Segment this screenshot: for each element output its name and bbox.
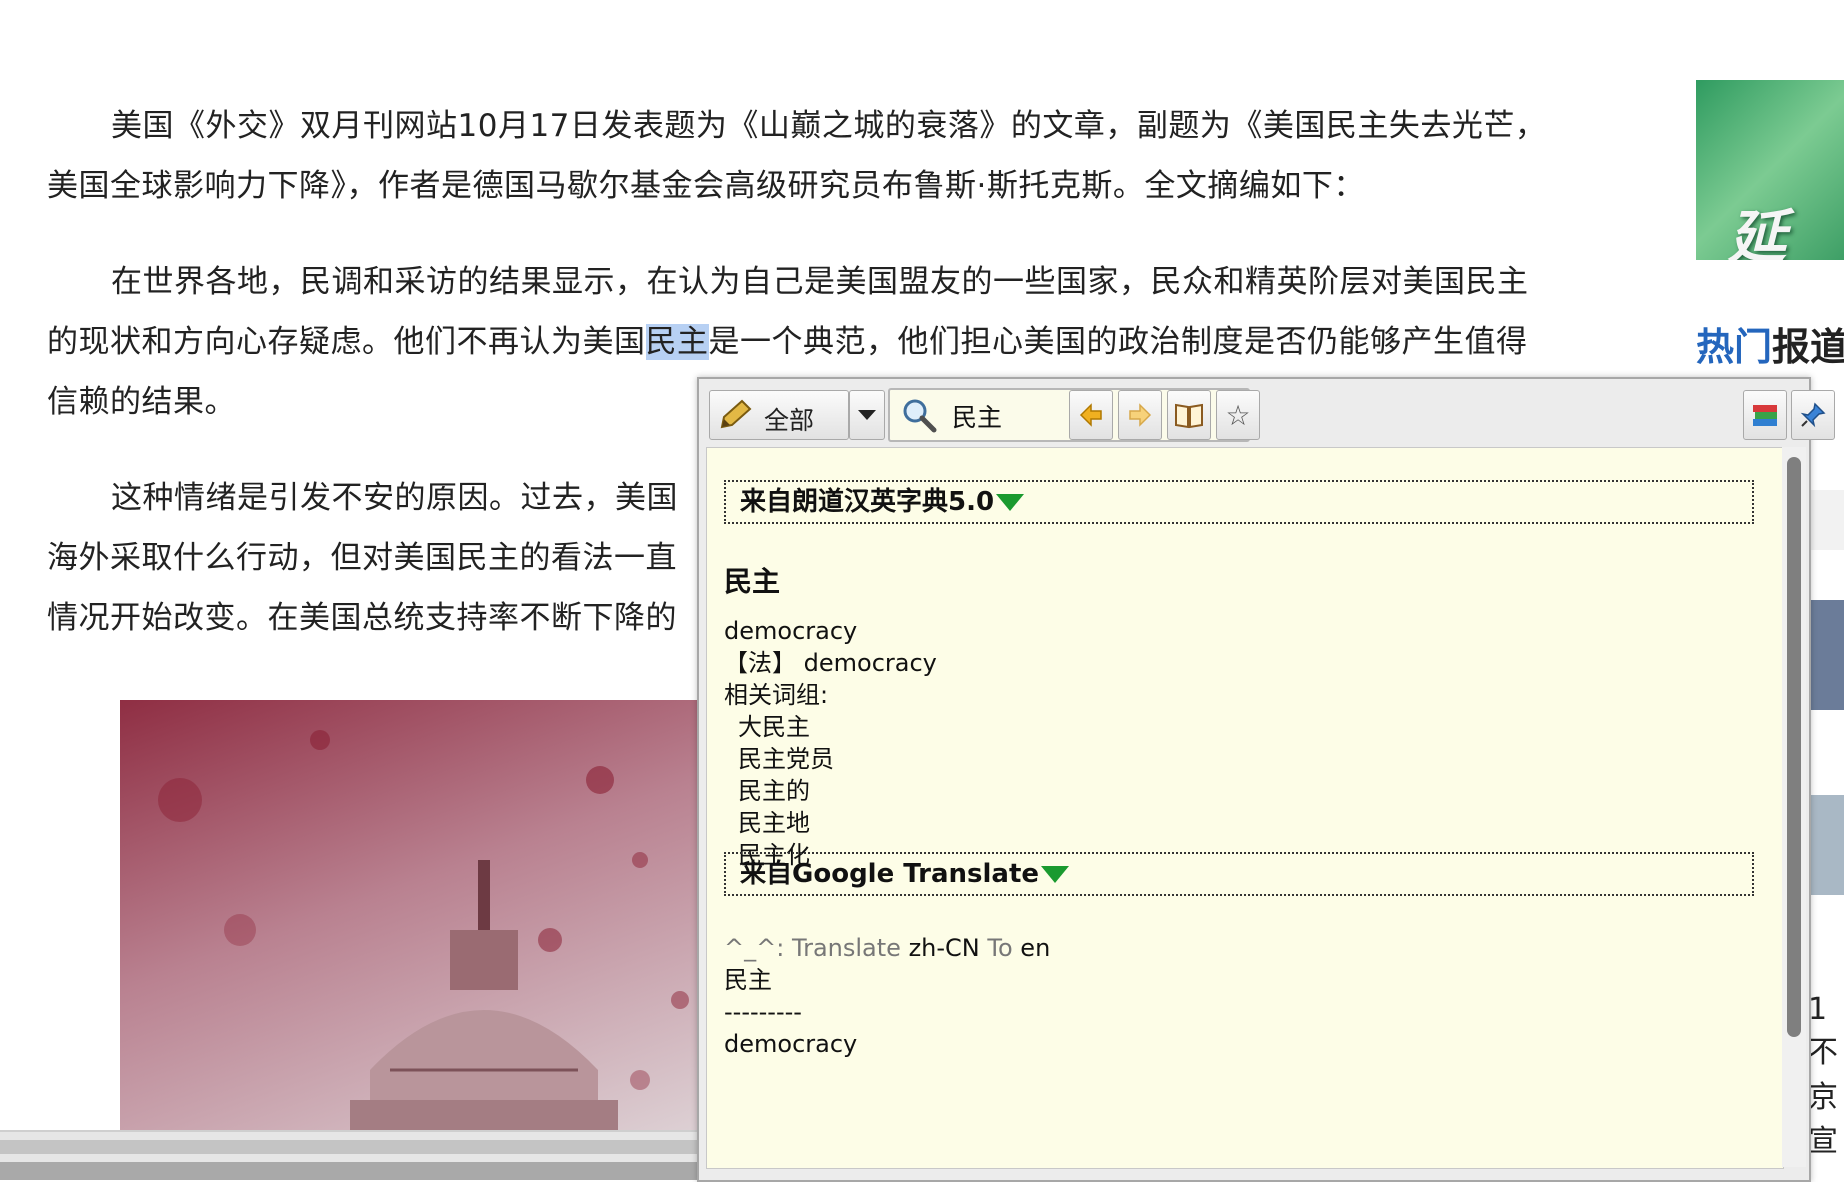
sidebar-link-fragment-2[interactable]: 京宣 xyxy=(1808,1072,1844,1160)
pencil-icon xyxy=(718,399,752,437)
related-phrase[interactable]: 大民主 xyxy=(738,711,937,743)
chevron-down-icon xyxy=(858,410,876,420)
dictionary-section-header[interactable]: 来自朗道汉英字典5.0 xyxy=(724,480,1754,524)
dictionary-button[interactable] xyxy=(1167,390,1211,440)
pin-button[interactable] xyxy=(1791,390,1835,440)
sidebar-link-fragment-1[interactable]: 1不 xyxy=(1808,992,1844,1071)
open-book-icon xyxy=(1175,403,1203,429)
books-icon xyxy=(1753,405,1777,426)
back-button[interactable] xyxy=(1069,390,1113,440)
definition-text: democracy 【法】 democracy 相关词组: 大民主 民主党员 民… xyxy=(724,617,937,871)
scope-dropdown[interactable]: 全部 xyxy=(709,390,849,440)
related-phrase[interactable]: 民主地 xyxy=(738,807,937,839)
capitol-photo xyxy=(120,700,700,1130)
vertical-scrollbar[interactable] xyxy=(1782,447,1806,1167)
scope-dropdown-arrow[interactable] xyxy=(849,390,885,440)
magnifier-icon xyxy=(900,396,938,440)
horizontal-scrollbar[interactable] xyxy=(0,1130,700,1180)
related-phrase-list: 大民主 民主党员 民主的 民主地 民主化 xyxy=(724,711,937,871)
star-icon: ☆ xyxy=(1225,398,1251,432)
wordbook-button[interactable] xyxy=(1743,390,1787,440)
google-translate-section-header[interactable]: 来自Google Translate xyxy=(724,852,1754,896)
collapse-triangle-icon[interactable] xyxy=(996,494,1025,511)
sidebar-banner-image[interactable]: 延 xyxy=(1696,80,1844,260)
sidebar-thumb-2[interactable] xyxy=(1808,600,1844,710)
paragraph-1: 美国《外交》双月刊网站10月17日发表题为《山巅之城的衰落》的文章，副题为《美国… xyxy=(47,108,1547,204)
horizontal-scroll-thumb[interactable] xyxy=(0,1140,700,1154)
sidebar-banner-text: 延 xyxy=(1728,203,1787,260)
sidebar-thumb-3[interactable] xyxy=(1808,795,1844,895)
definition-panel: 来自朗道汉英字典5.0 民主 democracy 【法】 democracy 相… xyxy=(706,447,1784,1169)
forward-button[interactable] xyxy=(1118,390,1162,440)
vertical-scroll-thumb[interactable] xyxy=(1787,457,1801,1037)
scope-label: 全部 xyxy=(764,406,815,435)
headword: 民主 xyxy=(724,565,781,598)
related-phrase[interactable]: 民主的 xyxy=(738,775,937,807)
arrow-right-icon xyxy=(1129,403,1152,427)
related-phrase[interactable]: 民主党员 xyxy=(738,743,937,775)
hot-reports-heading: 热门报道 xyxy=(1696,325,1844,369)
favorite-button[interactable]: ☆ xyxy=(1216,390,1260,440)
pin-icon xyxy=(1800,402,1826,428)
collapse-triangle-icon[interactable] xyxy=(1041,866,1070,883)
google-translate-result: ^_^: Translate zh-CN To en 民主 --------- … xyxy=(724,934,1051,1058)
arrow-left-icon xyxy=(1079,403,1102,427)
dictionary-popup: 全部 ☆ 来自朗道汉英字典5.0 民主 democracy 【法】 democr… xyxy=(697,377,1835,1182)
selected-text[interactable]: 民主 xyxy=(645,324,709,360)
sidebar-thumb-1[interactable] xyxy=(1808,490,1844,550)
